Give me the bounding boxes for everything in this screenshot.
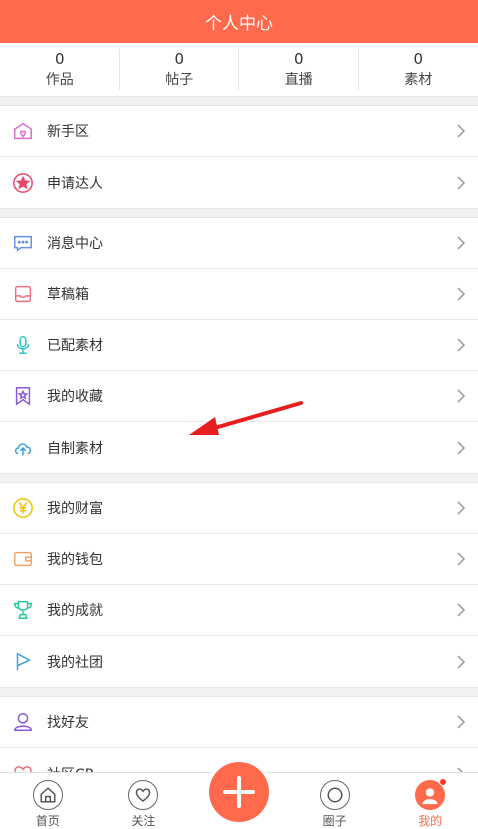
home-icon (32, 780, 63, 810)
microphone-icon (12, 334, 34, 356)
tab-follow[interactable]: 关注 (96, 773, 192, 829)
tab-home[interactable]: 首页 (0, 773, 96, 829)
menu-item-label: 我的成就 (47, 603, 103, 619)
page-title: 个人中心 (205, 14, 273, 34)
stats-bar: 0 作品 0 帖子 0 直播 0 素材 (0, 43, 478, 96)
stat-label: 作品 (45, 71, 74, 88)
tab-label: 首页 (35, 814, 60, 828)
menu-item-achievements[interactable]: 我的成就 (0, 585, 478, 636)
menu-item-club[interactable]: 我的社团 (0, 636, 478, 687)
menu-item-label: 消息中心 (47, 236, 103, 252)
chevron-right-icon (457, 236, 466, 250)
stat-count: 0 (413, 49, 424, 68)
star-badge-icon (12, 172, 34, 194)
menu-group-3: 我的财富 我的钱包 我的成就 我的社团 (0, 483, 478, 687)
menu-group-1: 新手区 申请达人 (0, 106, 478, 208)
chevron-right-icon (457, 124, 466, 138)
stat-label: 直播 (284, 71, 313, 88)
menu-item-label: 我的社团 (47, 654, 103, 671)
tab-label: 关注 (131, 814, 156, 828)
person-icon (12, 711, 34, 733)
bookmark-star-icon (12, 385, 34, 407)
menu-item-label: 草稿箱 (47, 287, 89, 303)
chevron-right-icon (457, 603, 466, 617)
tab-mine[interactable]: 我的 (382, 773, 478, 829)
chevron-right-icon (457, 287, 466, 301)
menu-item-drafts[interactable]: 草稿箱 (0, 269, 478, 320)
inbox-tray-icon (12, 283, 34, 305)
menu-item-wealth[interactable]: 我的财富 (0, 483, 478, 534)
menu-item-label: 已配素材 (47, 338, 103, 354)
menu-item-label: 找好友 (47, 715, 89, 731)
menu-item-find-friends[interactable]: 找好友 (0, 697, 478, 748)
stat-materials[interactable]: 0 素材 (359, 43, 478, 96)
menu-item-wallet[interactable]: 我的钱包 (0, 534, 478, 585)
annotation-arrow-icon (189, 401, 303, 435)
tab-label: 圈子 (322, 814, 347, 828)
menu-item-label: 我的钱包 (47, 552, 103, 568)
chevron-right-icon (457, 654, 466, 669)
stat-label: 帖子 (165, 71, 194, 88)
tab-circles[interactable]: 圈子 (287, 773, 383, 829)
page-header: 个人中心 (0, 0, 478, 43)
section-divider (0, 687, 478, 697)
gift-house-icon (12, 120, 34, 142)
chevron-right-icon (457, 501, 466, 515)
menu-group-4: 找好友 社区CP (0, 697, 478, 772)
menu-item-label: 我的财富 (47, 501, 103, 517)
menu-item-apply-expert[interactable]: 申请达人 (0, 157, 478, 208)
section-divider (0, 473, 478, 483)
wallet-icon (12, 548, 34, 570)
yen-coin-icon (12, 497, 34, 519)
stat-count: 0 (174, 49, 185, 68)
menu-item-newbie[interactable]: 新手区 (0, 106, 478, 157)
heart-icon (128, 780, 159, 810)
notification-dot (439, 778, 448, 786)
stat-count: 0 (54, 49, 65, 68)
heart-icon (12, 763, 34, 772)
chevron-right-icon (457, 440, 466, 455)
plus-icon (223, 776, 255, 808)
stat-label: 素材 (404, 71, 433, 88)
menu-item-label: 自制素材 (47, 440, 103, 457)
menu-item-matched-materials[interactable]: 已配素材 (0, 320, 478, 371)
flag-icon (12, 651, 34, 673)
cloud-upload-icon (12, 437, 34, 459)
chat-bubble-icon (12, 232, 34, 254)
tab-label: 我的 (418, 814, 443, 828)
chevron-right-icon (457, 338, 466, 352)
section-divider (0, 208, 478, 218)
avatar-icon (415, 778, 448, 810)
menu-item-label: 申请达人 (47, 175, 103, 192)
chevron-right-icon (457, 175, 466, 190)
chevron-right-icon (457, 552, 466, 566)
menu-item-label: 新手区 (47, 124, 89, 140)
create-button[interactable] (209, 762, 269, 822)
menu-item-messages[interactable]: 消息中心 (0, 218, 478, 269)
stat-live[interactable]: 0 直播 (239, 43, 359, 96)
trophy-icon (12, 599, 34, 621)
stat-posts[interactable]: 0 帖子 (120, 43, 240, 96)
chevron-right-icon (457, 389, 466, 403)
chevron-right-icon (457, 715, 466, 729)
stat-count: 0 (293, 49, 304, 68)
section-divider (0, 96, 478, 106)
stat-works[interactable]: 0 作品 (0, 43, 120, 96)
circle-icon (319, 780, 350, 810)
